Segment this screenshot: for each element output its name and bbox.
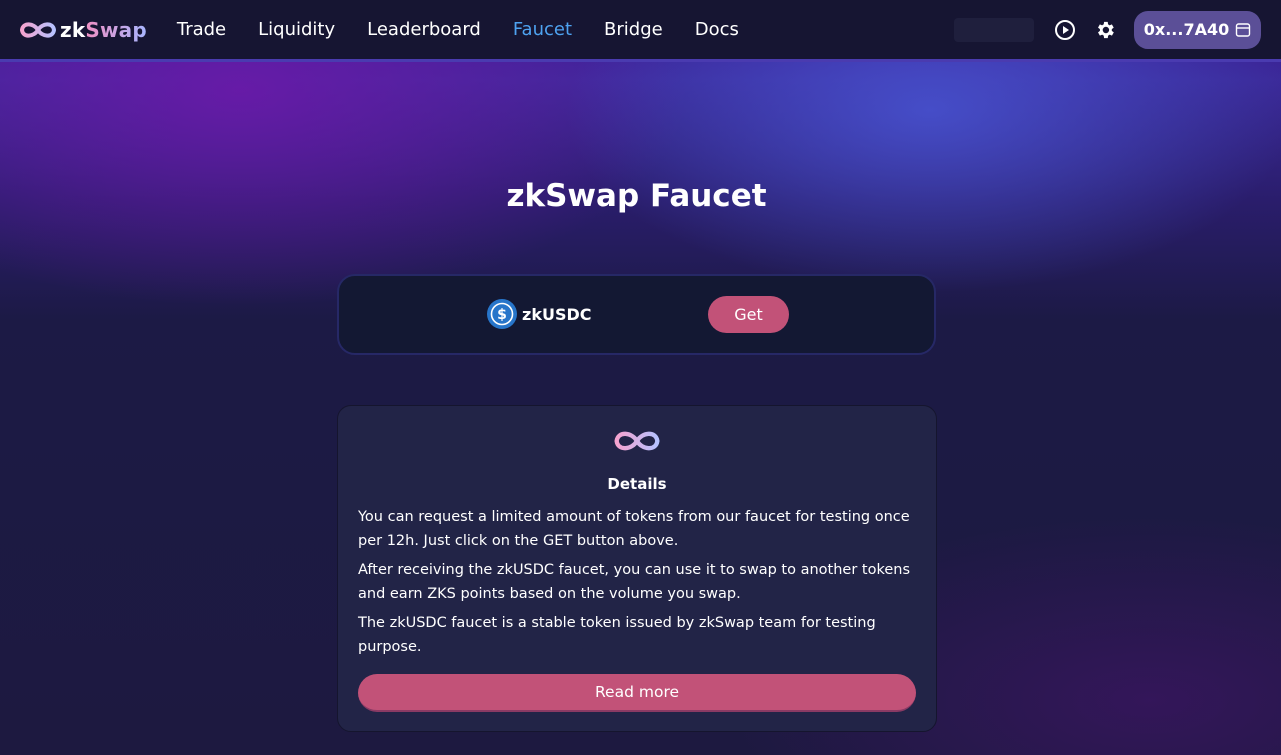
nav-docs[interactable]: Docs <box>695 19 739 40</box>
get-button[interactable]: Get <box>708 296 789 333</box>
top-navbar: zkSwap Trade Liquidity Leaderboard Fauce… <box>0 0 1281 62</box>
read-more-button[interactable]: Read more <box>358 674 916 712</box>
play-button[interactable] <box>1054 19 1076 41</box>
nav-faucet[interactable]: Faucet <box>513 19 572 40</box>
logo[interactable]: zkSwap <box>17 18 147 42</box>
svg-text:$: $ <box>497 307 507 323</box>
network-selector-placeholder[interactable] <box>954 17 1034 42</box>
logo-text: zkSwap <box>60 17 147 42</box>
details-paragraph: The zkUSDC faucet is a stable token issu… <box>358 615 876 655</box>
details-title: Details <box>607 475 667 493</box>
wallet-address: 0x...7A40 <box>1143 20 1230 39</box>
header-actions: 0x...7A40 <box>954 10 1261 49</box>
nav-liquidity[interactable]: Liquidity <box>258 19 335 40</box>
settings-button[interactable] <box>1094 19 1116 41</box>
infinity-logo-icon <box>19 21 57 38</box>
token-name: zkUSDC <box>522 304 592 324</box>
nav-leaderboard[interactable]: Leaderboard <box>367 19 481 40</box>
wallet-icon <box>1236 22 1251 37</box>
details-paragraph: You can request a limited amount of toke… <box>358 509 910 549</box>
nav-trade[interactable]: Trade <box>177 19 226 40</box>
details-paragraph: After receiving the zkUSDC faucet, you c… <box>358 562 910 602</box>
main-nav: Trade Liquidity Leaderboard Faucet Bridg… <box>177 19 771 40</box>
token-info: $ zkUSDC <box>487 299 592 329</box>
gear-icon <box>1098 21 1114 38</box>
infinity-logo-icon <box>614 431 660 451</box>
usdc-icon: $ <box>487 299 517 329</box>
faucet-card: $ zkUSDC Get <box>337 274 936 355</box>
page-title: zkSwap Faucet <box>506 178 767 214</box>
play-icon <box>1055 19 1075 40</box>
nav-bridge[interactable]: Bridge <box>604 19 663 40</box>
details-card: Details You can request a limited amount… <box>337 405 937 732</box>
wallet-button[interactable]: 0x...7A40 <box>1134 10 1261 49</box>
details-body: You can request a limited amount of toke… <box>358 506 918 665</box>
